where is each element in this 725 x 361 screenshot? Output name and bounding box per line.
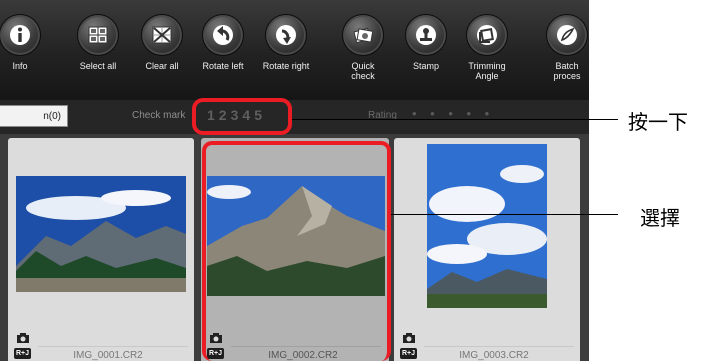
divider [424,346,574,347]
stamp-button[interactable]: Stamp [394,14,458,71]
clear-all-button[interactable]: Clear all [130,14,194,71]
raw-jpeg-badge: R+J [14,348,32,359]
clear-all-icon [141,14,183,56]
check-mark-3-button[interactable]: 3 [231,107,240,123]
trimming-angle-label: Trimming Angle [468,61,506,81]
rotate-left-icon [202,14,244,56]
stamp-label: Stamp [412,61,439,71]
rotate-left-label: Rotate left [202,61,244,71]
thumbnail-item-selected[interactable]: R+J IMG_0002.CR2 [201,138,389,361]
quick-check-icon [342,14,384,56]
select-all-button[interactable]: Select all [66,14,130,71]
click-callout-label: 按一下 [628,110,688,134]
thumbnail-image [16,176,186,292]
batch-process-label: Batch proces [553,61,581,81]
check-mark-buttons: 12345 [207,107,266,123]
stamp-icon [405,14,447,56]
batch-process-icon [546,14,588,56]
thumbnail-grid: R+J IMG_0001.CR2 R+J IMG_0002.CR2 R+J IM… [0,134,589,361]
camera-icon [403,333,415,343]
rotate-right-button[interactable]: Rotate right [254,14,318,71]
quick-check-label: Quick check [351,61,375,81]
selection-count-field[interactable]: n(0) [0,105,68,127]
toolbar: Info Select all Clear all Rotate left Ro… [0,0,589,100]
check-mark-4-button[interactable]: 4 [242,107,251,123]
trimming-angle-button[interactable]: Trimming Angle [455,14,519,81]
check-mark-bar: n(0) Check mark 12345 Rating • • • • • [0,100,589,134]
info-label: Info [12,61,28,71]
check-mark-label: Check mark [132,110,186,121]
divider [231,346,381,347]
click-callout-line [292,119,618,120]
thumbnail-item[interactable]: R+J IMG_0003.CR2 [394,138,580,361]
thumbnail-filename: IMG_0003.CR2 [459,350,529,361]
thumbnail-image [427,144,547,308]
thumbnail-filename: IMG_0001.CR2 [73,350,143,361]
rotate-right-icon [265,14,307,56]
rotate-right-label: Rotate right [262,61,310,71]
camera-icon [17,333,29,343]
image-browser-window: Info Select all Clear all Rotate left Ro… [0,0,589,361]
raw-jpeg-badge: R+J [400,348,418,359]
check-mark-1-button[interactable]: 1 [207,107,216,123]
thumbnail-item[interactable]: R+J IMG_0001.CR2 [8,138,194,361]
rotate-left-button[interactable]: Rotate left [191,14,255,71]
trimming-angle-icon [466,14,508,56]
info-button[interactable]: Info [0,14,52,71]
thumbnail-filename: IMG_0002.CR2 [268,350,338,361]
camera-icon [210,333,222,343]
thumbnail-image [207,176,385,296]
check-mark-5-button[interactable]: 5 [254,107,263,123]
batch-process-button[interactable]: Batch proces [535,14,589,81]
quick-check-button[interactable]: Quick check [331,14,395,81]
select-callout-line [391,214,618,215]
raw-jpeg-badge: R+J [207,348,225,359]
select-callout-label: 選擇 [640,206,680,230]
info-icon [0,14,41,56]
select-all-icon [77,14,119,56]
divider [38,346,188,347]
clear-all-label: Clear all [145,61,179,71]
select-all-label: Select all [79,61,117,71]
check-mark-2-button[interactable]: 2 [219,107,228,123]
